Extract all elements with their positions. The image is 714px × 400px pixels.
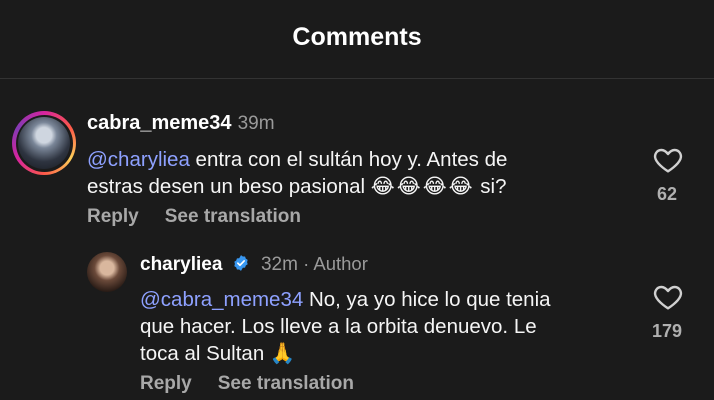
heart-icon[interactable]	[652, 281, 684, 313]
timestamp: 32m	[260, 254, 298, 275]
reply-button[interactable]: Reply	[87, 206, 139, 227]
timestamp: 39m	[237, 113, 275, 134]
username[interactable]: charyliea	[140, 254, 222, 275]
praying-hands-emoji: 🙏	[269, 342, 296, 365]
comment-header: cabra_meme34 39m	[87, 112, 275, 135]
reply-header: charyliea 32m · Author	[140, 253, 368, 276]
heart-icon[interactable]	[652, 144, 684, 176]
avatar-ring-gap	[15, 114, 73, 172]
avatar[interactable]	[12, 111, 76, 175]
reply-text-line1: No, ya yo hice lo que tenia	[303, 288, 551, 311]
comment-text-end: si?	[474, 175, 507, 198]
laughing-emoji-group: 😂😂😂😂	[370, 175, 475, 198]
comment-text-line1: entra con el sultán hoy y. Antes de	[189, 148, 508, 171]
page-title: Comments	[292, 22, 422, 51]
avatar-image	[18, 117, 70, 169]
mention-link[interactable]: @charyliea	[87, 148, 190, 171]
like-count: 179	[651, 321, 683, 341]
username[interactable]: cabra_meme34	[87, 112, 232, 134]
comments-header: Comments	[0, 0, 714, 79]
comment-text-line2: estras desen un beso pasional	[87, 175, 371, 198]
verified-badge-icon	[234, 255, 248, 271]
reply-button[interactable]: Reply	[140, 373, 192, 394]
see-translation-button[interactable]: See translation	[165, 206, 301, 227]
reply-text-line2: que hacer. Los lleve a la orbita denuevo…	[140, 315, 537, 338]
reply-text-line3: toca al Sultan	[140, 342, 270, 365]
author-label: · Author	[297, 253, 368, 274]
see-translation-button[interactable]: See translation	[218, 373, 354, 394]
like-count: 62	[656, 184, 678, 204]
reply-text: @cabra_meme34 No, ya yo hice lo que teni…	[140, 286, 620, 367]
mention-link[interactable]: @cabra_meme34	[140, 288, 303, 311]
avatar[interactable]	[87, 252, 127, 292]
reply-actions: Reply See translation	[140, 373, 380, 395]
comment-actions: Reply See translation	[87, 206, 327, 228]
comment-text: @charyliea entra con el sultán hoy y. An…	[87, 146, 607, 200]
